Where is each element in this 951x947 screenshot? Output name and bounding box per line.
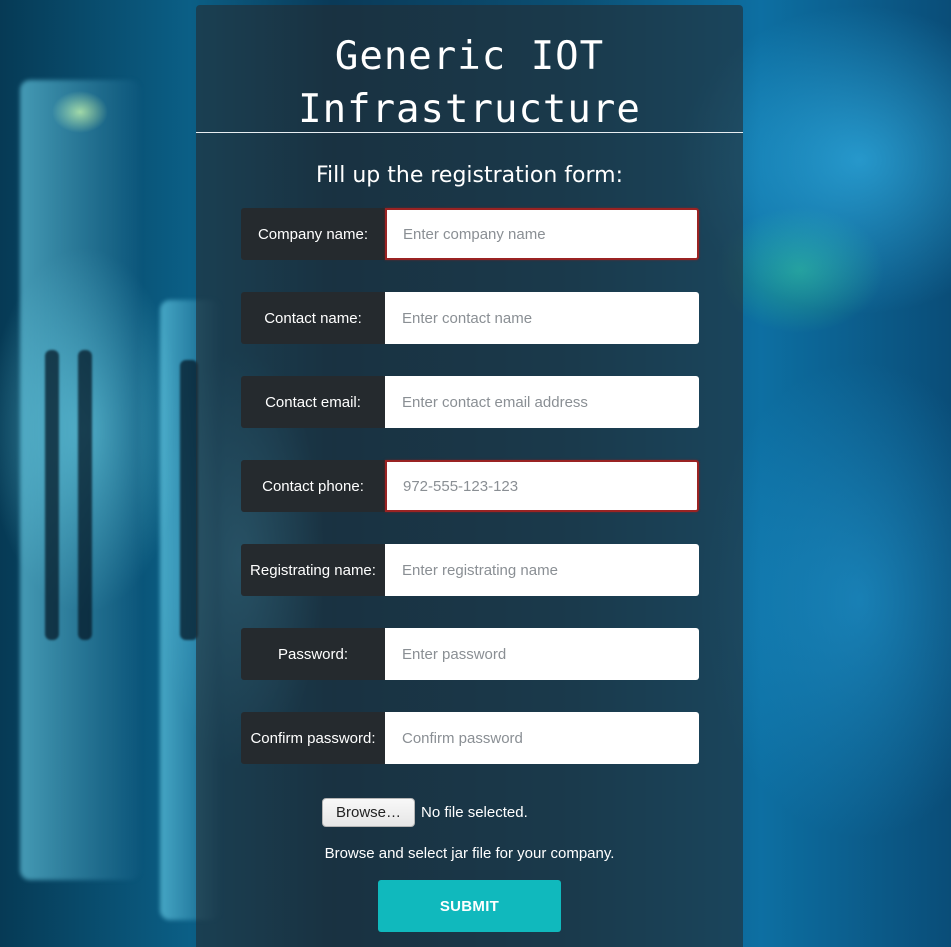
background-rack-slot [78, 350, 92, 640]
page-title-line1: Generic IOT [334, 34, 605, 79]
registrating-name-input[interactable] [385, 544, 699, 596]
registration-panel: Generic IOT Infrastructure Fill up the r… [196, 5, 743, 947]
contact-phone-input[interactable] [385, 460, 699, 512]
file-upload: Browse… No file selected. [322, 798, 528, 827]
form-subtitle: Fill up the registration form: [315, 163, 623, 188]
contact-email-label: Contact email: [241, 376, 385, 428]
confirm-password-label: Confirm password: [241, 712, 385, 764]
registration-form: Company name: Contact name: Contact emai… [241, 208, 699, 796]
file-status: No file selected. [421, 804, 528, 821]
submit-button[interactable]: SUBMIT [378, 880, 561, 932]
company-name-input[interactable] [385, 208, 699, 260]
company-name-label: Company name: [241, 208, 385, 260]
password-row: Password: [241, 628, 699, 680]
page-title: Generic IOT Infrastructure [196, 5, 743, 132]
contact-name-row: Contact name: [241, 292, 699, 344]
page-title-line2: Infrastructure [298, 87, 641, 132]
contact-email-row: Contact email: [241, 376, 699, 428]
contact-email-input[interactable] [385, 376, 699, 428]
contact-phone-row: Contact phone: [241, 460, 699, 512]
browse-button[interactable]: Browse… [322, 798, 416, 827]
confirm-password-row: Confirm password: [241, 712, 699, 764]
registrating-name-row: Registrating name: [241, 544, 699, 596]
contact-phone-label: Contact phone: [241, 460, 385, 512]
contact-name-input[interactable] [385, 292, 699, 344]
file-help-text: Browse and select jar file for your comp… [324, 845, 615, 862]
password-input[interactable] [385, 628, 699, 680]
background-rack-slot [45, 350, 59, 640]
password-label: Password: [241, 628, 385, 680]
registrating-name-label: Registrating name: [241, 544, 385, 596]
company-name-row: Company name: [241, 208, 699, 260]
confirm-password-input[interactable] [385, 712, 699, 764]
contact-name-label: Contact name: [241, 292, 385, 344]
